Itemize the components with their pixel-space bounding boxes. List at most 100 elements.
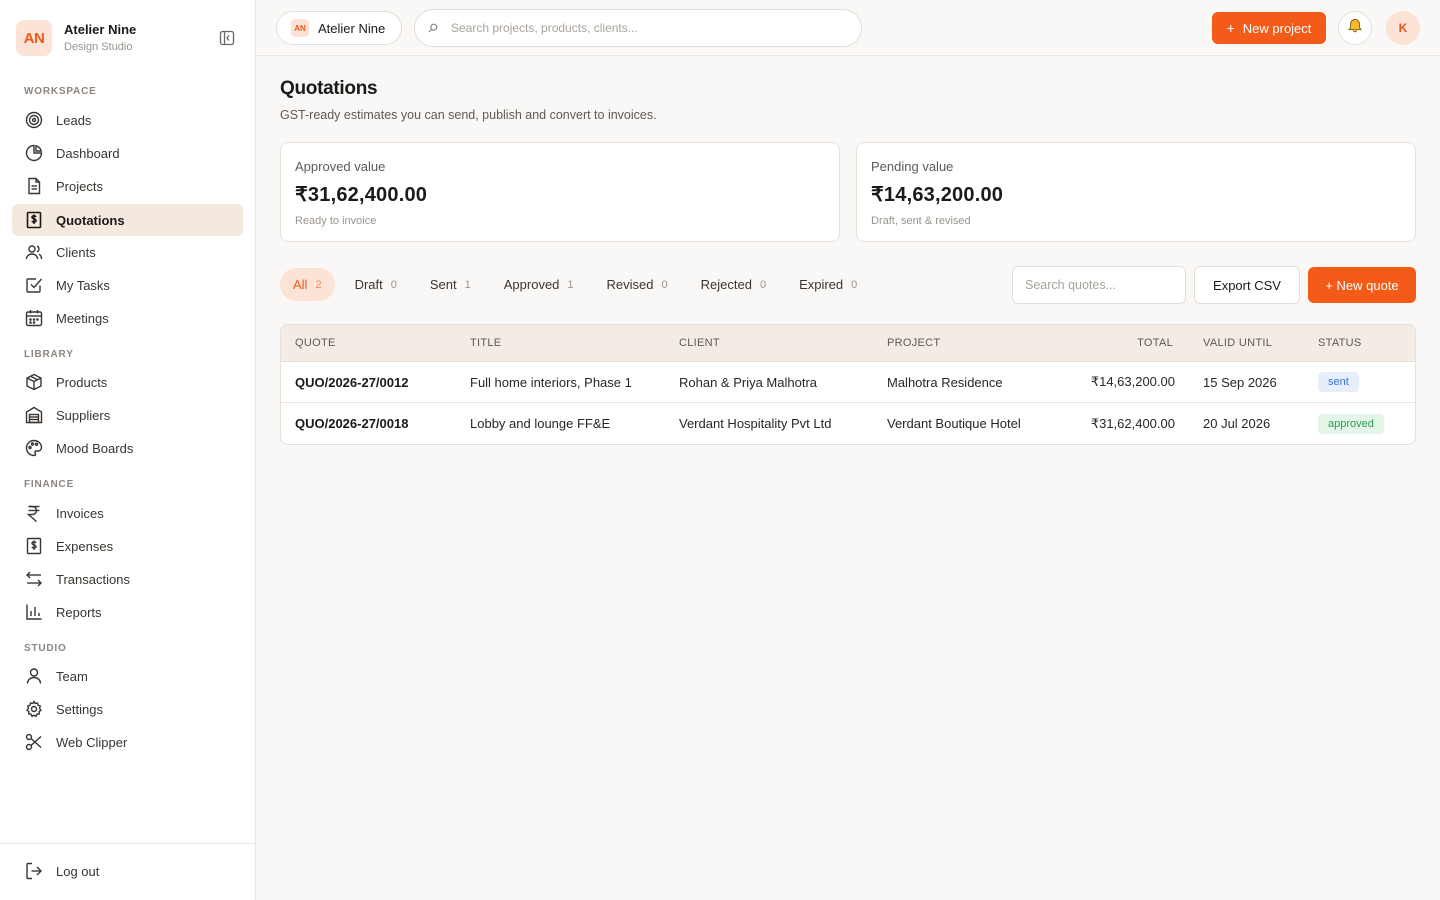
status-badge: sent [1318, 372, 1359, 392]
stat-note: Ready to invoice [295, 215, 377, 227]
sidebar-item-label: Projects [56, 178, 103, 194]
filter-expired[interactable]: Expired 0 [786, 268, 870, 301]
bar-chart-icon [24, 602, 44, 622]
filter-label: Rejected [700, 277, 752, 292]
column-header-project[interactable]: PROJECT [887, 337, 940, 349]
sidebar-item-products[interactable]: Products [12, 366, 243, 398]
sidebar-item-leads[interactable]: Leads [12, 104, 243, 136]
filter-count: 0 [661, 278, 668, 291]
column-header-valid-until[interactable]: VALID UNTIL [1203, 337, 1272, 349]
sidebar-item-expenses[interactable]: Expenses [12, 530, 243, 562]
user-avatar[interactable]: K [1386, 11, 1420, 45]
sidebar-item-web-clipper[interactable]: Web Clipper [12, 726, 243, 758]
column-header-total[interactable]: TOTAL [1137, 337, 1173, 349]
filter-rejected[interactable]: Rejected 0 [688, 268, 779, 301]
sidebar-footer: Log out [0, 843, 255, 900]
table-header: QUOTE TITLE CLIENT PROJECT TOTAL VALID U… [281, 325, 1415, 362]
filter-label: Expired [799, 277, 844, 292]
warehouse-icon [24, 405, 44, 425]
column-header-title[interactable]: TITLE [470, 337, 501, 349]
sidebar-item-label: Reports [56, 604, 102, 620]
users-icon [24, 242, 44, 262]
quote-search-input[interactable] [1012, 266, 1186, 304]
quote-total: ₹14,63,200.00 [1090, 374, 1175, 389]
nav-section-finance: FINANCE [24, 479, 75, 490]
sidebar-item-reports[interactable]: Reports [12, 596, 243, 628]
sidebar-item-label: Invoices [56, 505, 104, 521]
sidebar-item-quotations[interactable]: Quotations [12, 204, 243, 236]
new-quote-button[interactable]: + New quote [1308, 267, 1416, 303]
sidebar-collapse-icon[interactable] [217, 28, 237, 48]
filter-count: 0 [851, 278, 858, 291]
sidebar-item-label: Settings [56, 701, 103, 717]
export-csv-button[interactable]: Export CSV [1194, 266, 1300, 304]
new-project-button[interactable]: + New project [1212, 12, 1326, 44]
quote-number[interactable]: QUO/2026-27/0012 [295, 375, 408, 390]
search-icon [427, 22, 439, 34]
rupee-icon [24, 503, 44, 523]
filter-draft[interactable]: Draft 0 [342, 268, 410, 301]
stat-value: ₹14,63,200.00 [871, 184, 1004, 206]
sidebar-item-invoices[interactable]: Invoices [12, 497, 243, 529]
status-badge: approved [1318, 413, 1384, 434]
receipt-dollar-icon [24, 210, 44, 230]
global-search-input[interactable] [451, 21, 851, 35]
check-square-icon [24, 275, 44, 295]
column-header-quote[interactable]: QUOTE [295, 337, 336, 349]
quote-total: ₹31,62,400.00 [1090, 415, 1175, 431]
column-header-status[interactable]: STATUS [1318, 337, 1362, 349]
sidebar-item-settings[interactable]: Settings [12, 693, 243, 725]
sidebar-item-projects[interactable]: Projects [12, 170, 243, 202]
sidebar-item-clients[interactable]: Clients [12, 236, 243, 268]
new-project-label: New project [1242, 20, 1312, 36]
quote-client: Rohan & Priya Malhotra [679, 374, 818, 390]
filter-count: 2 [315, 278, 322, 291]
page-subtitle: GST-ready estimates you can send, publis… [280, 108, 657, 122]
target-icon [24, 110, 44, 130]
sidebar-item-label: Clients [56, 244, 96, 260]
approved-value-card: Approved value ₹31,62,400.00 Ready to in… [280, 142, 840, 242]
brand-name: Atelier Nine [64, 21, 137, 37]
filter-count: 1 [464, 278, 471, 291]
sidebar-item-my-tasks[interactable]: My Tasks [12, 269, 243, 301]
table-row[interactable]: QUO/2026-27/0018 Lobby and lounge FF&E V… [281, 403, 1415, 444]
sidebar-item-transactions[interactable]: Transactions [12, 563, 243, 595]
column-header-client[interactable]: CLIENT [679, 337, 720, 349]
sidebar-item-label: Expenses [56, 538, 114, 554]
quotations-table: QUOTE TITLE CLIENT PROJECT TOTAL VALID U… [280, 324, 1416, 445]
nav-section-studio: STUDIO [24, 643, 67, 654]
filter-count: 0 [759, 278, 767, 291]
sidebar-item-label: Meetings [56, 310, 109, 326]
plus-icon: + [1226, 20, 1235, 36]
gear-icon [24, 699, 44, 719]
table-row[interactable]: QUO/2026-27/0012 Full home interiors, Ph… [281, 362, 1415, 403]
workspace-switcher[interactable]: AN Atelier Nine [276, 11, 402, 45]
sidebar-item-label: Dashboard [56, 145, 120, 161]
filter-sent[interactable]: Sent 1 [417, 268, 484, 301]
sidebar-item-team[interactable]: Team [12, 660, 243, 692]
global-search [414, 9, 862, 47]
sidebar-item-mood-boards[interactable]: Mood Boards [12, 432, 243, 464]
filter-label: Approved [503, 277, 560, 292]
brand-subtitle: Design Studio [64, 40, 133, 53]
filter-revised[interactable]: Revised 0 [594, 268, 681, 301]
notifications-button[interactable] [1338, 11, 1372, 45]
arrows-left-right-icon [24, 569, 44, 589]
stat-label: Approved value [295, 159, 386, 174]
pie-chart-icon [24, 143, 44, 163]
sidebar-item-meetings[interactable]: Meetings [12, 302, 243, 334]
sidebar-item-label: Quotations [56, 212, 125, 228]
filter-approved[interactable]: Approved 1 [491, 268, 587, 301]
quote-valid-until: 15 Sep 2026 [1203, 374, 1277, 390]
sidebar-item-suppliers[interactable]: Suppliers [12, 399, 243, 431]
sidebar-item-dashboard[interactable]: Dashboard [12, 137, 243, 169]
logout-button[interactable]: Log out [12, 855, 243, 887]
filter-all[interactable]: All 2 [280, 268, 335, 301]
quote-number[interactable]: QUO/2026-27/0018 [295, 416, 408, 431]
quote-project: Verdant Boutique Hotel [887, 416, 1021, 431]
filter-count: 0 [390, 278, 397, 291]
workspace-logo: AN [291, 19, 309, 37]
quote-title: Lobby and lounge FF&E [470, 416, 611, 431]
sidebar-item-label: Suppliers [56, 407, 111, 423]
quote-client: Verdant Hospitality Pvt Ltd [679, 416, 832, 431]
